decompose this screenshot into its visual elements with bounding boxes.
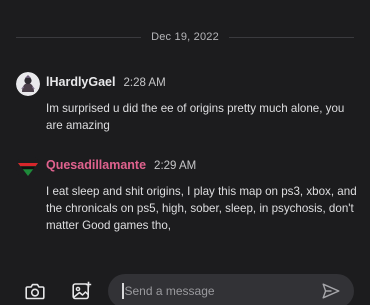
- message-meta: lHardlyGael 2:28 AM: [46, 75, 166, 91]
- message-composer: Send a message: [0, 262, 370, 305]
- avatar[interactable]: [16, 155, 40, 179]
- camera-button[interactable]: [25, 282, 45, 300]
- date-label: Dec 19, 2022: [151, 31, 219, 43]
- text-caret: [122, 283, 124, 299]
- message-input[interactable]: Send a message: [108, 274, 354, 305]
- timestamp: 2:28 AM: [123, 77, 166, 89]
- avatar-image: [16, 155, 40, 179]
- divider-line-right: [228, 36, 354, 38]
- send-icon[interactable]: [322, 283, 340, 299]
- message-text: Im surprised u did the ee of origins pre…: [46, 102, 345, 132]
- camera-icon: [25, 283, 45, 299]
- username[interactable]: lHardlyGael: [46, 75, 115, 89]
- gallery-button[interactable]: [72, 281, 92, 299]
- message-text: I eat sleep and shit origins, I play thi…: [46, 185, 357, 232]
- message-meta: Quesadillamante 2:29 AM: [46, 158, 196, 174]
- timestamp: 2:29 AM: [154, 160, 197, 172]
- avatar-image: [16, 72, 40, 96]
- divider-line-left: [16, 36, 142, 38]
- gallery-icon: [72, 281, 92, 299]
- avatar[interactable]: [16, 72, 40, 96]
- chat-screen: Dec 19, 2022 lHardlyGael 2:28 AM Im surp…: [0, 0, 370, 305]
- message-input-placeholder: Send a message: [124, 284, 215, 298]
- username[interactable]: Quesadillamante: [46, 158, 146, 172]
- date-divider: Dec 19, 2022: [16, 28, 354, 46]
